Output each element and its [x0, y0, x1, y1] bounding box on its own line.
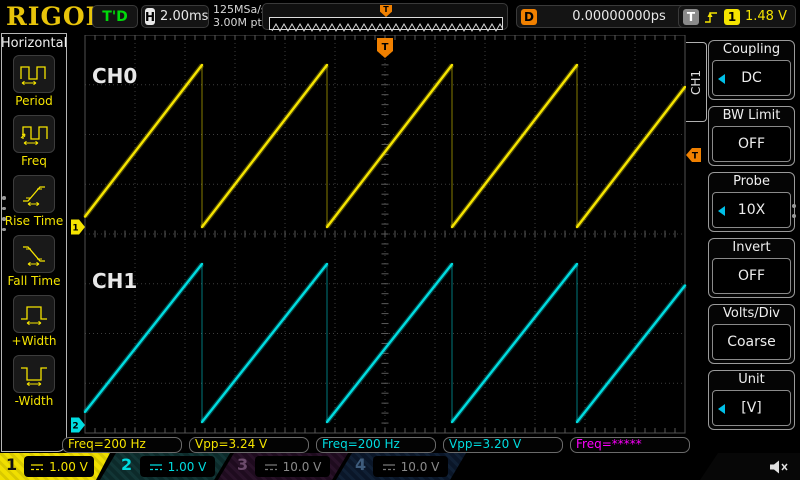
menu-item-period[interactable]: Period	[13, 55, 55, 108]
horizontal-chip: H	[145, 8, 156, 25]
trigger-source-chip: 1	[724, 8, 740, 25]
trigger-status-badge: T'D	[92, 5, 138, 28]
menu-item-plus-width[interactable]: +Width	[12, 295, 56, 348]
trigger-chip: T	[683, 8, 699, 25]
preview-waveform-icon	[271, 22, 505, 33]
left-menu-title: Horizontal	[0, 36, 68, 51]
channel-2-tab[interactable]: 2 1.00 V	[100, 453, 230, 480]
delay-value: 0.00000000ps	[572, 9, 666, 24]
menu-item-fall-time[interactable]: Fall Time	[7, 235, 61, 288]
memory-depth: 3.00M pts	[213, 16, 268, 29]
option-arrow-icon	[718, 404, 725, 414]
right-menu-page-dots	[792, 204, 796, 218]
option-arrow-icon	[718, 74, 725, 84]
dc-coupling-icon	[264, 463, 277, 470]
oscilloscope-screen: RIGOL T'D H 2.00ms 125MSa/s 3.00M pts T …	[0, 0, 800, 480]
measurement-ch1-freq: Freq=200 Hz	[62, 437, 182, 453]
measurement-bar: Freq=200 Hz Vpp=3.24 V Freq=200 Hz Vpp=3…	[62, 437, 690, 453]
acquisition-readout: 125MSa/s 3.00M pts	[213, 3, 268, 29]
dc-coupling-icon	[382, 463, 395, 470]
trigger-level-value: 1.48 V	[745, 9, 787, 24]
graticule	[84, 35, 686, 434]
waveform-preview: T	[262, 3, 508, 33]
speaker-muted-icon	[770, 460, 788, 473]
svg-text:1: 1	[72, 224, 78, 234]
channel-status-bar: 1 1.00 V 2 1.00 V 3 10.0 V 4 10.0 V	[0, 453, 800, 480]
left-menu-page-dots	[2, 196, 6, 231]
rise-time-icon	[23, 186, 45, 206]
measurement-freq-invalid: Freq=*****	[570, 437, 690, 453]
channel-menu-tab: CH1	[686, 42, 707, 122]
ch0-label: CH0	[92, 64, 137, 88]
trigger-readout: T 1 1.48 V	[678, 5, 796, 28]
preview-trigger-marker[interactable]: T	[380, 5, 392, 17]
channel-4-tab[interactable]: 4 10.0 V	[336, 453, 466, 480]
measurement-ch1-vpp: Vpp=3.24 V	[189, 437, 309, 453]
plus-width-icon	[20, 306, 47, 326]
preview-frame	[269, 17, 505, 33]
menu-item-freq[interactable]: Freq	[13, 115, 55, 168]
menu-item-minus-width[interactable]: -Width	[13, 355, 55, 408]
delay-chip: D	[521, 8, 537, 25]
menu-item-coupling[interactable]: Coupling DC	[708, 40, 795, 100]
minus-width-icon	[21, 367, 47, 386]
fall-time-icon	[22, 246, 45, 266]
timebase-readout: H 2.00ms	[141, 5, 209, 28]
menu-item-bw-limit[interactable]: BW Limit OFF	[708, 106, 795, 166]
period-icon	[20, 66, 46, 86]
dc-coupling-icon	[149, 463, 162, 470]
delay-readout: D 0.00000000ps	[516, 5, 702, 28]
menu-item-probe[interactable]: Probe 10X	[708, 172, 795, 232]
ch1-label: CH1	[92, 269, 137, 293]
svg-text:T: T	[692, 152, 699, 162]
rigol-logo: RIGOL	[6, 2, 105, 31]
ch2-ground-marker[interactable]: 2	[71, 417, 85, 433]
waveform-display: CH0 CH1 T 1 2 T	[71, 35, 701, 434]
channel-settings-menu: Coupling DC BW Limit OFF Probe 10X Inver…	[708, 40, 795, 436]
channel-1-tab[interactable]: 1 1.00 V	[0, 453, 110, 480]
measurement-ch2-freq: Freq=200 Hz	[316, 437, 436, 453]
measurement-ch2-vpp: Vpp=3.20 V	[443, 437, 563, 453]
svg-text:2: 2	[72, 422, 78, 432]
top-status-bar: RIGOL T'D H 2.00ms 125MSa/s 3.00M pts T …	[0, 0, 800, 33]
menu-item-invert[interactable]: Invert OFF	[708, 238, 795, 298]
timebase-value: 2.00ms	[160, 9, 209, 24]
trigger-position-marker[interactable]: T	[377, 38, 393, 58]
trigger-level-marker[interactable]: T	[686, 148, 701, 162]
svg-text:T: T	[382, 42, 389, 53]
dc-coupling-icon	[31, 463, 44, 470]
channel-3-tab[interactable]: 3 10.0 V	[218, 453, 348, 480]
sample-rate: 125MSa/s	[213, 3, 267, 16]
ch1-ground-marker[interactable]: 1	[71, 219, 85, 235]
freq-icon	[20, 126, 48, 146]
option-arrow-icon	[718, 206, 725, 216]
menu-item-unit[interactable]: Unit [V]	[708, 370, 795, 430]
sound-status-area	[700, 453, 800, 480]
rising-edge-icon	[705, 11, 717, 23]
menu-item-volts-div[interactable]: Volts/Div Coarse	[708, 304, 795, 364]
menu-item-rise-time[interactable]: Rise Time	[5, 175, 63, 228]
horizontal-measure-menu: Horizontal Period Freq Rise Time Fall Ti…	[1, 33, 67, 452]
